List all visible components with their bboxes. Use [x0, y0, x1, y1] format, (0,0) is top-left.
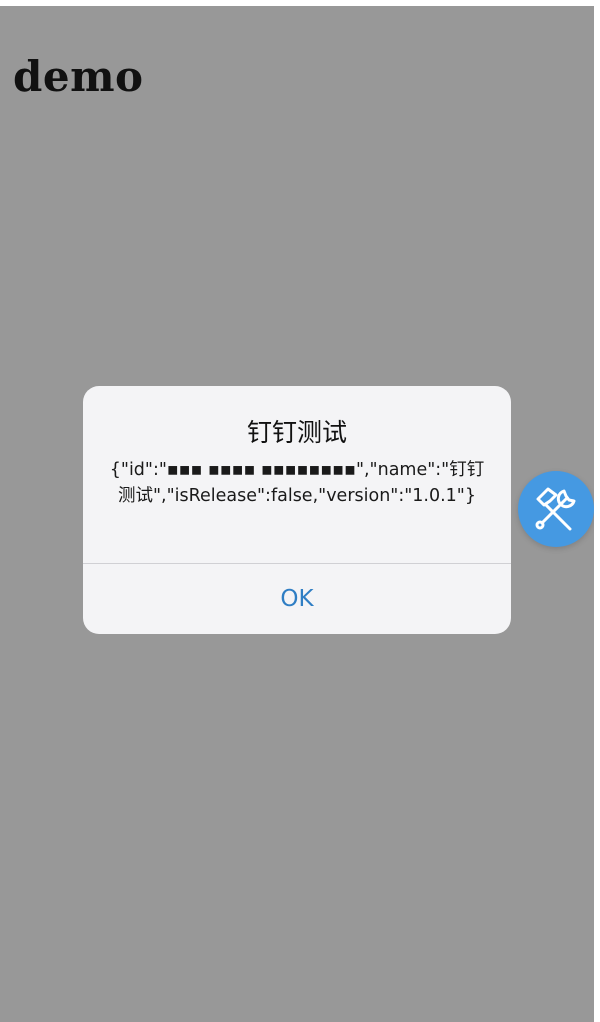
dimmed-background: demo 钉钉测试 {"id":"▪▪▪ ▪▪▪▪ ▪▪▪▪▪▪▪▪","nam… — [0, 6, 594, 1022]
page-title: demo — [13, 52, 144, 101]
wrench-hammer-icon — [535, 487, 576, 531]
debug-tool-button[interactable] — [518, 471, 594, 547]
ok-button[interactable]: OK — [83, 564, 511, 634]
alert-dialog: 钉钉测试 {"id":"▪▪▪ ▪▪▪▪ ▪▪▪▪▪▪▪▪","name":"钉… — [83, 386, 511, 634]
screen-edge — [594, 0, 600, 1022]
alert-title: 钉钉测试 — [246, 418, 347, 447]
alert-message: {"id":"▪▪▪ ▪▪▪▪ ▪▪▪▪▪▪▪▪","name":"钉钉测试",… — [109, 460, 485, 506]
